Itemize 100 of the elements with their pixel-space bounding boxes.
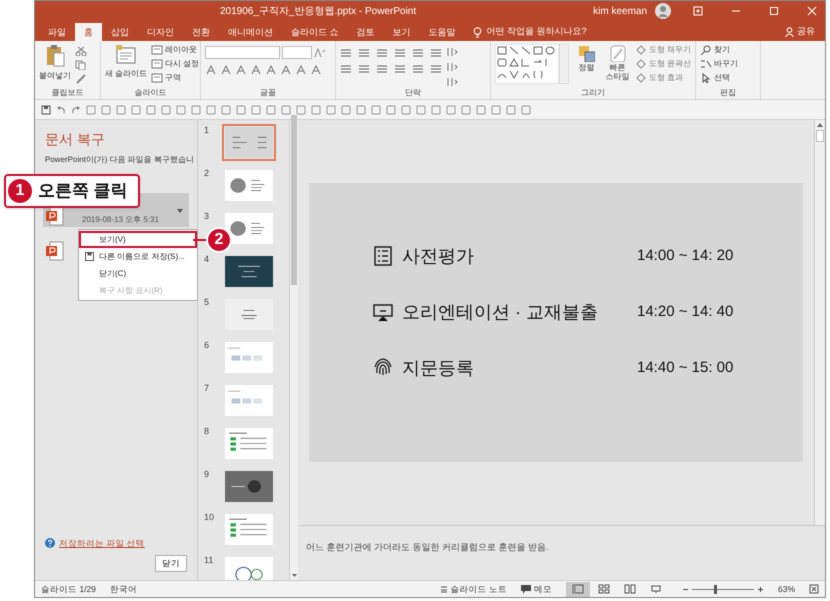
scrollbar[interactable]: [814, 120, 825, 525]
redo-icon[interactable]: [71, 104, 81, 114]
zoom-thumb[interactable]: [714, 584, 717, 594]
font-grow-icon[interactable]: [314, 48, 326, 58]
new-slide-button[interactable]: 새 슬라이드: [104, 68, 148, 79]
text-format-icon[interactable]: [280, 65, 292, 75]
layout-icon[interactable]: [151, 44, 163, 54]
person-icon: [785, 27, 794, 37]
align-lines-icon[interactable]: [394, 64, 406, 74]
align-lines-icon[interactable]: [412, 48, 424, 58]
ribbon-tab[interactable]: 디자인: [138, 23, 183, 41]
ribbon-button[interactable]: 구역: [165, 72, 181, 83]
ribbon-tab[interactable]: 파일: [39, 23, 75, 41]
ribbon-button[interactable]: 바꾸기: [714, 58, 738, 69]
text-direction-icon[interactable]: [446, 62, 458, 72]
align-lines-icon[interactable]: [340, 48, 352, 58]
slide-thumbnail[interactable]: [222, 167, 276, 204]
fit-slide-icon[interactable]: [809, 584, 819, 594]
slide-thumbnail[interactable]: [222, 339, 276, 376]
slide-thumbnail[interactable]: [222, 124, 276, 161]
ribbon-tab[interactable]: 도움말: [420, 23, 465, 41]
ribbon-tab[interactable]: 홈: [75, 23, 102, 41]
layout-icon[interactable]: [151, 72, 163, 82]
ribbon-tab[interactable]: 삽입: [102, 23, 138, 41]
text-format-icon[interactable]: [250, 65, 262, 75]
text-format-icon[interactable]: [295, 65, 307, 75]
cursor-icon[interactable]: [700, 72, 712, 82]
ribbon-button[interactable]: 다시 설정: [165, 58, 200, 69]
font-size-field[interactable]: [282, 46, 312, 59]
dropdown-caret-icon[interactable]: [177, 209, 183, 213]
ribbon-tab[interactable]: 슬라이드 쇼: [282, 23, 348, 41]
maximize-icon[interactable]: [769, 6, 780, 16]
scroll-thumb[interactable]: [291, 115, 297, 285]
save-file-link[interactable]: 저장하려는 파일 선택: [59, 536, 145, 550]
text-format-icon[interactable]: [235, 65, 247, 75]
comments-button[interactable]: 메모: [534, 582, 552, 596]
close-icon[interactable]: [807, 6, 818, 16]
slide-thumbnail[interactable]: [222, 296, 276, 333]
tell-me-field[interactable]: 어떤 작업을 원하시나요?: [486, 25, 587, 39]
slide-thumbnail[interactable]: [222, 253, 276, 290]
scissors-icon[interactable]: [75, 46, 87, 56]
slide-thumbnail[interactable]: [222, 210, 276, 247]
ribbon-tab[interactable]: 애니메이션: [219, 23, 282, 41]
notes-button[interactable]: 슬라이드 노트: [450, 582, 507, 596]
slide-thumbnail[interactable]: [222, 425, 276, 462]
slide-thumbnail[interactable]: [222, 382, 276, 419]
layout-icon[interactable]: [151, 58, 163, 68]
close-button[interactable]: 닫기: [155, 555, 187, 572]
slide-thumbnail[interactable]: [222, 468, 276, 505]
slide-thumbnail[interactable]: [222, 554, 276, 580]
ribbon-tab[interactable]: 전환: [183, 23, 219, 41]
align-lines-icon[interactable]: [430, 64, 442, 74]
shapes-gallery-icon[interactable]: [495, 44, 569, 84]
save-icon[interactable]: [41, 104, 51, 114]
text-format-icon[interactable]: [265, 65, 277, 75]
align-lines-icon[interactable]: [376, 64, 388, 74]
align-lines-icon[interactable]: [358, 64, 370, 74]
align-lines-icon[interactable]: [376, 48, 388, 58]
lightbulb-icon: [472, 26, 482, 38]
reading-view-icon[interactable]: [624, 584, 636, 594]
text-format-icon[interactable]: [205, 65, 217, 75]
ribbon-tab[interactable]: 검토: [348, 23, 384, 41]
copy-icon[interactable]: [75, 60, 87, 70]
replace-icon[interactable]: [700, 58, 712, 68]
align-lines-icon[interactable]: [358, 48, 370, 58]
align-lines-icon[interactable]: [340, 64, 352, 74]
text-format-icon[interactable]: [220, 65, 232, 75]
text-format-icon[interactable]: [310, 65, 322, 75]
ribbon-button[interactable]: 선택: [714, 72, 730, 83]
ribbon-button[interactable]: 찾기: [714, 44, 730, 55]
sorter-view-icon[interactable]: [598, 584, 610, 594]
align-lines-icon[interactable]: [430, 48, 442, 58]
language-indicator[interactable]: 한국어: [110, 582, 137, 596]
ribbon-button[interactable]: 정렬: [578, 63, 594, 72]
normal-view-icon[interactable]: [572, 584, 584, 594]
slide-thumbnail[interactable]: [222, 511, 276, 548]
scroll-thumb[interactable]: [816, 130, 824, 142]
ribbon-tab[interactable]: 보기: [384, 23, 420, 41]
ribbon-button[interactable]: 도형 윤곽선: [648, 58, 691, 69]
avatar-icon[interactable]: [655, 3, 672, 19]
font-name-field[interactable]: [205, 46, 280, 59]
text-direction-icon[interactable]: [446, 47, 458, 57]
ribbon-button[interactable]: 도형 채우기: [648, 44, 691, 55]
share-button[interactable]: 공유: [797, 25, 815, 39]
ribbon-button[interactable]: 빠른 스타일: [604, 63, 631, 81]
ribbon-button[interactable]: 도형 효과: [648, 72, 683, 83]
align-lines-icon[interactable]: [394, 48, 406, 58]
ribbon-display-icon[interactable]: [693, 6, 704, 16]
ribbon-button[interactable]: 레이아웃: [165, 44, 197, 55]
menu-item[interactable]: 닫기(C): [79, 265, 197, 282]
align-lines-icon[interactable]: [412, 64, 424, 74]
text-direction-icon[interactable]: [446, 77, 458, 87]
show-view-icon[interactable]: [650, 584, 662, 594]
menu-item[interactable]: 다른 이름으로 저장(S)...: [79, 248, 197, 265]
menu-item[interactable]: 보기(V): [79, 231, 197, 248]
zoom-level[interactable]: 63%: [778, 582, 795, 596]
search-icon[interactable]: [700, 44, 712, 54]
plus-icon[interactable]: [756, 586, 764, 592]
undo-icon[interactable]: [56, 104, 66, 114]
paste-button[interactable]: 붙여넣기: [39, 70, 71, 81]
